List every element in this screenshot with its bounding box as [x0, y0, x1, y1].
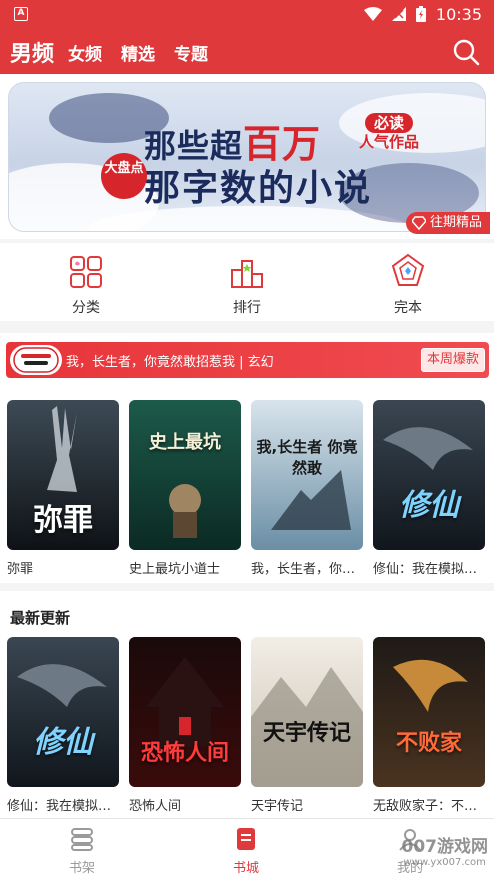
tab-topics[interactable]: 专题: [174, 40, 208, 65]
banner-headline-2: 那字数的小说: [144, 168, 373, 209]
book-card[interactable]: 修仙 修仙：我在模拟器里修仙: [373, 400, 485, 577]
past-picks-button[interactable]: 往期精品: [405, 212, 490, 234]
tab-bookstore-label: 书城: [232, 861, 259, 876]
cover-title: 修仙: [33, 725, 93, 760]
finished-button[interactable]: 完本: [348, 243, 468, 317]
book-title: 恐怖人间: [129, 799, 182, 814]
book-cover[interactable]: 天宇传记: [251, 637, 363, 787]
tab-bookshelf[interactable]: 书架: [42, 825, 122, 876]
ranking-button[interactable]: 排行: [187, 243, 307, 317]
cover-title: 我,长生者 你竟然敢: [256, 438, 358, 477]
book-card[interactable]: 修仙 修仙：我在模拟器里修仙: [7, 637, 119, 814]
category-shortcuts: 分类 排行 完本: [0, 243, 494, 321]
cover-title: 恐怖人间: [140, 741, 229, 766]
hot-section: 我，长生者，你竟然敢招惹我 | 玄幻 本周爆款 弥罪 弥罪 史上最坑 史上最坑小…: [0, 333, 494, 583]
book-cover[interactable]: 不败家: [373, 637, 485, 787]
category-button[interactable]: 分类: [26, 243, 146, 317]
search-icon[interactable]: [452, 38, 480, 66]
cover-title: 弥罪: [33, 503, 93, 538]
watermark: 007游戏网 www.yx007.com: [402, 832, 489, 868]
banner-tag-label: 人气作品: [359, 133, 420, 151]
dragon-art: [383, 427, 473, 470]
book-title: 修仙：我在模拟器里修仙: [7, 799, 119, 814]
tab-featured[interactable]: 精选: [121, 40, 155, 65]
mountain-art: [251, 667, 363, 787]
watermark-sub: www.yx007.com: [403, 857, 486, 868]
book-card[interactable]: 天宇传记 天宇传记: [251, 637, 363, 814]
book-title: 我，长生者，你竟然敢招惹我: [251, 562, 363, 577]
hot-logo-emblem-icon: [13, 347, 59, 373]
book-cover[interactable]: 我,长生者 你竟然敢: [251, 400, 363, 550]
clock: 10:35: [435, 4, 482, 24]
hot-strip-text: 我，长生者，你竟然敢招惹我 | 玄幻: [66, 355, 274, 370]
status-bar: A 10:35: [0, 0, 494, 29]
gem-icon: [411, 216, 426, 230]
book-cover[interactable]: 史上最坑: [129, 400, 241, 550]
banner-seal: 大盘点: [101, 153, 147, 199]
book-card[interactable]: 史上最坑 史上最坑小道士: [129, 400, 241, 577]
weekly-hit-badge[interactable]: 本周爆款: [420, 348, 485, 372]
banner-tag: 必读 人气作品: [359, 113, 419, 151]
past-picks-label: 往期精品: [429, 215, 482, 230]
category-label: 分类: [72, 300, 100, 316]
banner-tag-pill: 必读: [365, 113, 414, 133]
book-card[interactable]: 弥罪 弥罪: [7, 400, 119, 577]
book-card[interactable]: 不败家 无敌败家子：不可能的事: [373, 637, 485, 814]
book-title: 修仙：我在模拟器里修仙: [373, 562, 485, 577]
tab-bookshelf-label: 书架: [68, 861, 95, 876]
book-cover[interactable]: 恐怖人间: [129, 637, 241, 787]
finished-label: 完本: [394, 300, 422, 316]
book-cover[interactable]: 修仙: [7, 637, 119, 787]
book-card[interactable]: 我,长生者 你竟然敢 我，长生者，你竟然敢招惹我: [251, 400, 363, 577]
book-title: 无敌败家子：不可能的事: [373, 799, 485, 814]
category-grid-icon: [70, 256, 102, 288]
signal-icon: [391, 7, 406, 21]
watermark-main: 007游戏网: [401, 837, 489, 857]
hot-logo: [10, 345, 62, 375]
ranking-label: 排行: [233, 300, 261, 316]
tab-female[interactable]: 女频: [68, 40, 102, 65]
cover-title: 修仙: [399, 488, 459, 523]
bookshelf-icon: [71, 828, 93, 851]
cover-title: 天宇传记: [262, 721, 351, 746]
bookstore-icon: [237, 828, 255, 850]
book-title: 天宇传记: [251, 799, 304, 814]
book-cover[interactable]: 修仙: [373, 400, 485, 550]
latest-section: 最新更新 修仙 修仙：我在模拟器里修仙 恐怖人间 恐怖人间: [0, 591, 494, 818]
cover-title: 史上最坑: [149, 432, 221, 453]
dragon-art: [17, 664, 107, 707]
latest-heading: 最新更新: [10, 609, 71, 627]
battery-icon: [415, 6, 426, 22]
book-cover[interactable]: 弥罪: [7, 400, 119, 550]
book-card[interactable]: 恐怖人间 恐怖人间: [129, 637, 241, 814]
book-title: 弥罪: [7, 562, 34, 577]
hot-strip[interactable]: 我，长生者，你竟然敢招惹我 | 玄幻 本周爆款: [6, 342, 489, 378]
tab-male[interactable]: 男频: [10, 36, 54, 68]
tab-bookstore[interactable]: 书城: [206, 825, 286, 876]
banner-image[interactable]: 那些超百万 那字数的小说 大盘点 必读 人气作品: [8, 82, 486, 232]
top-nav: 男频 女频 精选 专题: [0, 29, 494, 74]
cover-title: 不败家: [395, 731, 462, 756]
ranking-bars-icon: [231, 260, 263, 288]
book-title: 史上最坑小道士: [129, 562, 221, 577]
app-notification-icon: A: [14, 7, 28, 21]
wifi-icon: [363, 7, 382, 21]
golden-dragon-art: [393, 659, 468, 712]
little-monk-art: [169, 484, 201, 538]
pentagon-badge-icon: [391, 253, 425, 286]
